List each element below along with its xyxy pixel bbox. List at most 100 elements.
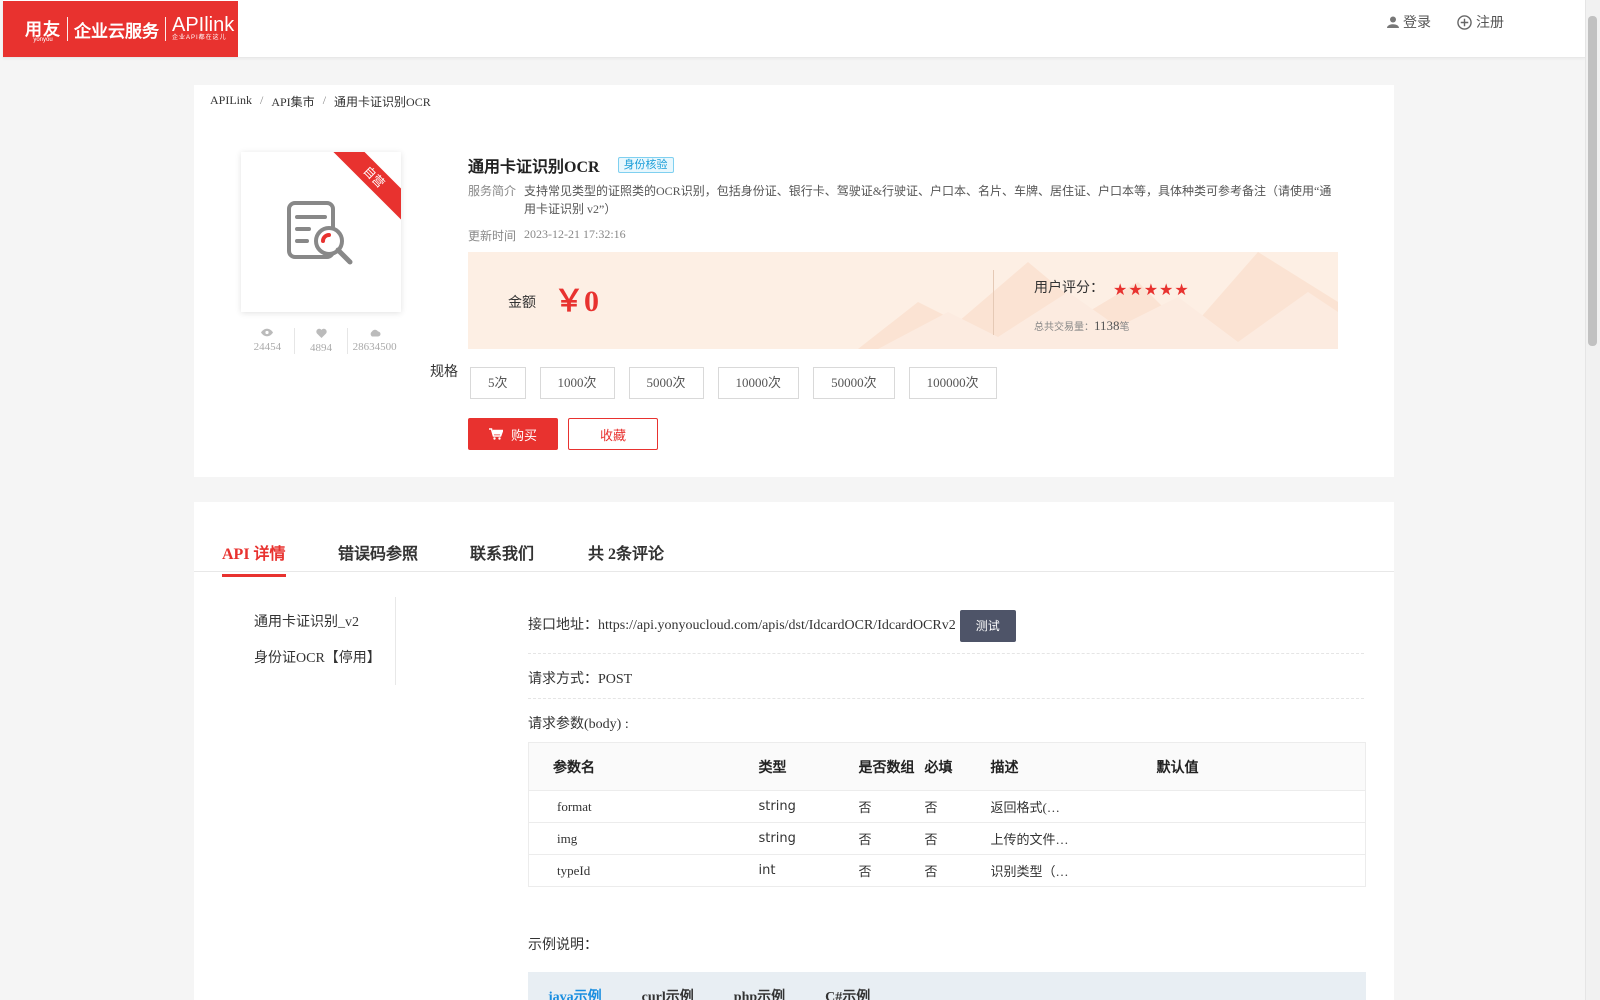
price-divider [993, 270, 994, 335]
intro-text: 支持常见类型的证照类的OCR识别，包括身份证、银行卡、驾驶证&行驶证、户口本、名… [524, 184, 1332, 216]
column-header: 类型 [758, 742, 859, 791]
column-header: 必填 [924, 742, 991, 791]
plus-circle-icon [1457, 14, 1472, 30]
views-stat: 24454 [241, 328, 295, 354]
logo-divider [67, 17, 68, 41]
logo-service: 企业云服务 [74, 21, 159, 41]
favorite-label: 收藏 [599, 427, 626, 443]
param-type: int [758, 854, 859, 887]
views-count: 24454 [253, 341, 282, 353]
param-default [1156, 854, 1366, 887]
intro-label: 服务简介 [468, 184, 517, 198]
breadcrumb-market[interactable]: API集市 [271, 93, 314, 110]
login-label: 登录 [1403, 14, 1431, 30]
mountain-decoration [858, 252, 1338, 349]
breadcrumb-home[interactable]: APILink [210, 93, 252, 110]
spec-option[interactable]: 5000次 [628, 367, 704, 399]
spec-options: 5次 1000次 5000次 10000次 50000次 100000次 [470, 367, 997, 399]
favorite-button[interactable]: 收藏 [568, 418, 658, 450]
tab-comments[interactable]: 共 2条评论 [588, 540, 664, 574]
param-required: 否 [924, 822, 991, 855]
table-row: format string 否 否 返回格式(… [528, 790, 1366, 823]
eye-icon [261, 328, 274, 337]
column-header: 参数名 [528, 742, 759, 791]
document-search-icon [287, 201, 353, 265]
spec-option[interactable]: 1000次 [539, 367, 615, 399]
product-stats: 24454 4894 28634500 [241, 328, 401, 354]
tx-label: 总共交易量： [1034, 322, 1094, 333]
buy-button[interactable]: 购买 [468, 418, 558, 450]
user-icon [1387, 16, 1399, 28]
logo-tagline: 企业API都在这儿 [172, 35, 227, 41]
params-label: 请求参数(body) : [528, 717, 629, 732]
example-tabs: java示例 curl示例 php示例 C#示例 [528, 972, 1366, 1000]
param-array: 否 [858, 790, 925, 823]
spec-option[interactable]: 50000次 [813, 367, 895, 399]
detail-tabs: API 详情 错误码参照 联系我们 共 2条评论 [194, 502, 1394, 577]
logo-product: APIlink [172, 14, 235, 36]
param-name: typeId [528, 854, 759, 887]
product-image: 自营 [241, 152, 401, 312]
test-button[interactable]: 测试 [959, 610, 1016, 642]
update-value: 2023-12-21 17:32:16 [524, 227, 626, 241]
product-title-row: 通用卡证识别OCR 身份核验 [468, 153, 674, 177]
spec-label: 规格 [430, 365, 458, 380]
param-desc: 返回格式(… [990, 790, 1157, 823]
tab-php-example[interactable]: php示例 [734, 972, 785, 1000]
breadcrumb: APILink / API集市 / 通用卡证识别OCR [210, 93, 431, 110]
register-link[interactable]: 注册 [1457, 12, 1504, 32]
logo-divider [165, 17, 166, 41]
rating-label: 用户评分： [1034, 281, 1104, 296]
tab-curl-example[interactable]: curl示例 [642, 972, 694, 1000]
calls-stat: 28634500 [348, 328, 401, 354]
login-link[interactable]: 登录 [1387, 12, 1431, 32]
method-label: 请求方式： [528, 672, 598, 687]
heart-icon [315, 328, 327, 338]
param-required: 否 [924, 854, 991, 887]
transaction-volume: 总共交易量：1138笔 [1034, 318, 1130, 334]
table-row: typeId int 否 否 识别类型（… [528, 854, 1366, 887]
tab-java-example[interactable]: java示例 [548, 972, 602, 1000]
column-header: 描述 [990, 742, 1157, 791]
param-array: 否 [858, 854, 925, 887]
param-required: 否 [924, 790, 991, 823]
tab-csharp-example[interactable]: C#示例 [825, 972, 870, 1000]
divider [528, 653, 1364, 654]
spec-option[interactable]: 100000次 [908, 367, 997, 399]
likes-count: 4894 [310, 342, 332, 354]
page-scrollbar[interactable] [1585, 0, 1600, 1000]
logo[interactable]: 用友 yonyou 企业云服务 APIlink 企业API都在这儿 [3, 1, 238, 57]
endpoint-label: 接口地址： [528, 618, 598, 634]
tab-contact[interactable]: 联系我们 [470, 540, 534, 574]
table-header-row: 参数名 类型 是否数组 必填 描述 默认值 [528, 742, 1366, 791]
product-title: 通用卡证识别OCR [468, 159, 600, 176]
endpoint-row: 接口地址：https://api.yonyoucloud.com/apis/ds… [528, 610, 1016, 642]
side-item-idcard[interactable]: 身份证OCR【停用】 [254, 647, 381, 667]
endpoint-url: https://api.yonyoucloud.com/apis/dst/Idc… [598, 618, 956, 634]
buy-label: 购买 [510, 427, 537, 443]
param-desc: 上传的文件… [990, 822, 1157, 855]
service-intro: 服务简介 支持常见类型的证照类的OCR识别，包括身份证、银行卡、驾驶证&行驶证、… [468, 182, 1338, 218]
calls-count: 28634500 [352, 341, 397, 353]
spec-option[interactable]: 5次 [470, 367, 526, 399]
param-default [1156, 790, 1366, 823]
scrollbar-thumb[interactable] [1588, 16, 1597, 346]
cart-icon [488, 428, 503, 440]
side-item-v2[interactable]: 通用卡证识别_v2 [254, 611, 359, 631]
param-name: img [528, 822, 759, 855]
spec-option[interactable]: 10000次 [717, 367, 800, 399]
tab-api-detail[interactable]: API 详情 [222, 540, 286, 577]
param-type: string [758, 822, 859, 855]
table-row: img string 否 否 上传的文件… [528, 822, 1366, 855]
category-tag[interactable]: 身份核验 [617, 157, 674, 173]
tab-error-codes[interactable]: 错误码参照 [338, 540, 418, 574]
update-time: 更新时间 2023-12-21 17:32:16 [468, 227, 626, 244]
param-type: string [758, 790, 859, 823]
param-desc: 识别类型（… [990, 854, 1157, 887]
rating-stars: ★★★★★ [1113, 280, 1190, 299]
price-value: ￥0 [554, 285, 599, 318]
method-value: POST [598, 672, 633, 687]
tx-value: 1138 [1094, 318, 1120, 333]
likes-stat: 4894 [295, 328, 349, 354]
update-label: 更新时间 [468, 229, 517, 243]
